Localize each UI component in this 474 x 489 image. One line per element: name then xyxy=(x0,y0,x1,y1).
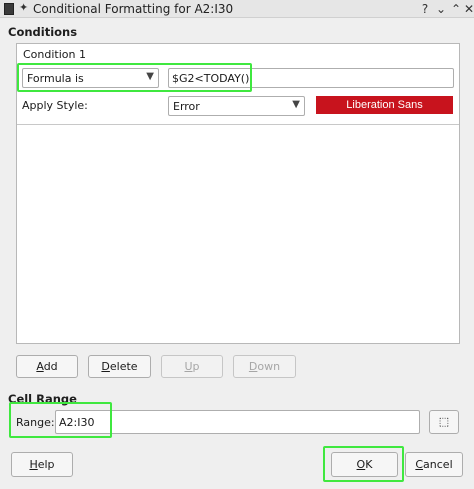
apply-style-label: Apply Style: xyxy=(22,99,88,112)
help-button[interactable]: Help xyxy=(11,452,73,477)
style-select[interactable]: Error ▼ xyxy=(168,96,305,116)
pin-icon[interactable]: ✦ xyxy=(19,1,28,14)
shrink-range-button[interactable]: ⬚ xyxy=(429,410,459,434)
highlight-box xyxy=(323,446,404,482)
condition-separator xyxy=(17,124,459,125)
conditions-heading: Conditions xyxy=(8,25,78,39)
style-preview-text: Liberation Sans xyxy=(346,99,423,111)
up-button[interactable]: Up xyxy=(161,355,223,378)
minimize-icon[interactable]: ⌄ xyxy=(434,1,448,17)
cancel-button[interactable]: Cancel xyxy=(405,452,463,477)
shrink-icon: ⬚ xyxy=(438,415,450,428)
add-button[interactable]: Add xyxy=(16,355,78,378)
highlight-box xyxy=(9,402,112,438)
style-preview: Liberation Sans xyxy=(316,96,453,114)
highlight-box xyxy=(17,63,252,92)
style-value: Error xyxy=(173,100,200,113)
help-window-icon[interactable]: ? xyxy=(418,1,432,17)
app-icon xyxy=(4,3,14,15)
window-title: Conditional Formatting for A2:I30 xyxy=(33,2,234,16)
down-button[interactable]: Down xyxy=(233,355,296,378)
chevron-down-icon: ▼ xyxy=(292,99,300,110)
condition-title: Condition 1 xyxy=(23,48,86,61)
maximize-icon[interactable]: ⌃ xyxy=(449,1,463,17)
delete-button[interactable]: Delete xyxy=(88,355,151,378)
close-icon[interactable]: ✕ xyxy=(462,1,474,17)
